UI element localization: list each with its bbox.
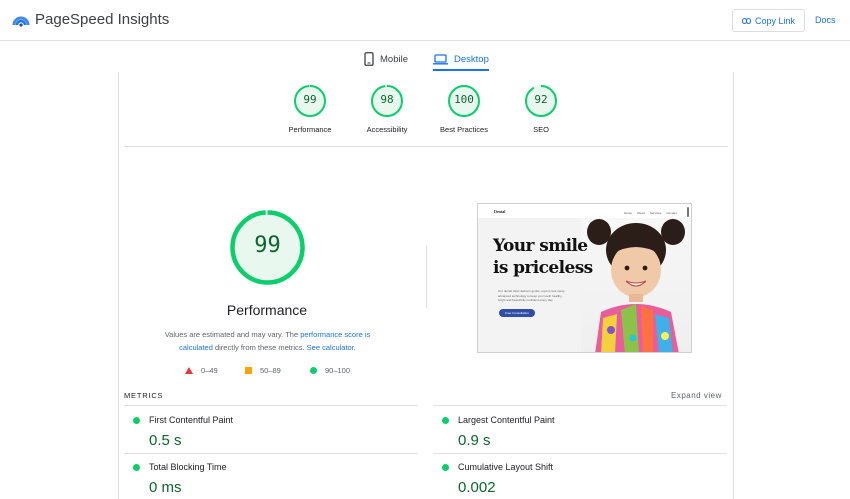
legend-range: 90–100 (325, 366, 351, 375)
metric-value: 0.9 s (458, 432, 491, 449)
screenshot-cta-button: Free Consultation (499, 309, 535, 317)
desc-text: directly from these metrics. (212, 343, 307, 352)
screenshot-headline-line: Your smile (493, 236, 588, 256)
performance-title: Performance (226, 302, 308, 318)
app-header: PageSpeed Insights Copy Link Docs (0, 0, 850, 41)
metrics-heading: METRICS (124, 391, 164, 400)
screenshot-logo: Dental (494, 209, 506, 214)
legend-range: 50–89 (260, 366, 281, 375)
child-photo-image (587, 219, 685, 352)
screenshot-photo (581, 218, 691, 352)
metrics-divider (433, 453, 727, 454)
metrics-divider (124, 453, 418, 454)
screenshot-nav-link: Contact (666, 211, 677, 215)
desc-text: Values are estimated and may vary. The (164, 330, 301, 339)
metric-name: Largest Contentful Paint (458, 415, 555, 425)
report-border-right (733, 72, 734, 499)
tab-desktop[interactable]: Desktop (433, 47, 489, 71)
vertical-divider (426, 246, 427, 308)
pass-circle-icon (133, 417, 140, 424)
performance-score: 99 (254, 233, 281, 258)
active-tab-indicator (433, 69, 489, 71)
copy-link-label: Copy Link (754, 15, 796, 26)
see-calculator-link[interactable]: See calculator (307, 343, 354, 352)
legend-fail: 0–49 (185, 366, 218, 375)
laptop-icon (433, 53, 448, 65)
screenshot-nav-link: About (637, 211, 645, 215)
circle-icon (310, 367, 317, 374)
pass-circle-icon (442, 464, 449, 471)
link-icon (741, 17, 751, 24)
expand-view-toggle[interactable]: Expand view (671, 391, 722, 400)
metrics-divider (433, 405, 727, 406)
pass-circle-icon (442, 417, 449, 424)
desc-text: . (353, 343, 356, 352)
app-title: PageSpeed Insights (35, 11, 170, 28)
metric-value: 0.002 (458, 479, 496, 496)
legend-pass: 90–100 (310, 366, 350, 375)
pagespeed-logo-icon[interactable] (12, 12, 30, 28)
performance-description: Values are estimated and may vary. The p… (150, 328, 385, 354)
phone-icon (364, 52, 374, 66)
screenshot-nav-links: Home About Services Contact (624, 211, 677, 215)
tab-mobile-label: Mobile (380, 53, 408, 65)
screenshot-scrollbar (687, 207, 689, 217)
screenshot-headline: Your smile is priceless (493, 235, 593, 279)
metric-value: 0.5 s (149, 432, 182, 449)
metric-name: Total Blocking Time (149, 462, 227, 472)
triangle-icon (185, 367, 193, 374)
pass-circle-icon (133, 464, 140, 471)
screenshot-nav-link: Services (649, 211, 662, 215)
legend-average: 50–89 (245, 366, 281, 375)
page-screenshot: Dental Home About Services Contact Your … (477, 203, 692, 353)
docs-link[interactable]: Docs (815, 15, 836, 25)
tab-desktop-label: Desktop (454, 53, 489, 65)
gauge-seo[interactable]: 92 SEO (496, 84, 586, 134)
gauge-value: 92 (534, 93, 548, 106)
metric-name: First Contentful Paint (149, 415, 234, 425)
metrics-divider (124, 405, 418, 406)
tab-mobile[interactable]: Mobile (364, 47, 408, 71)
report-border-left (118, 72, 119, 499)
copy-link-button[interactable]: Copy Link (732, 9, 805, 32)
gauge-label: SEO (533, 125, 549, 134)
metric-value: 0 ms (149, 479, 182, 496)
square-icon (245, 367, 252, 374)
screenshot-navbar: Dental Home About Services Contact (478, 204, 691, 218)
screenshot-body-text: Our dental clinic delivers gentle, exper… (498, 289, 565, 302)
screenshot-headline-line: is priceless (493, 258, 593, 278)
screenshot-nav-link: Home (624, 211, 633, 215)
legend-range: 0–49 (201, 366, 218, 375)
metric-name: Cumulative Layout Shift (458, 462, 554, 472)
divider (124, 146, 728, 147)
